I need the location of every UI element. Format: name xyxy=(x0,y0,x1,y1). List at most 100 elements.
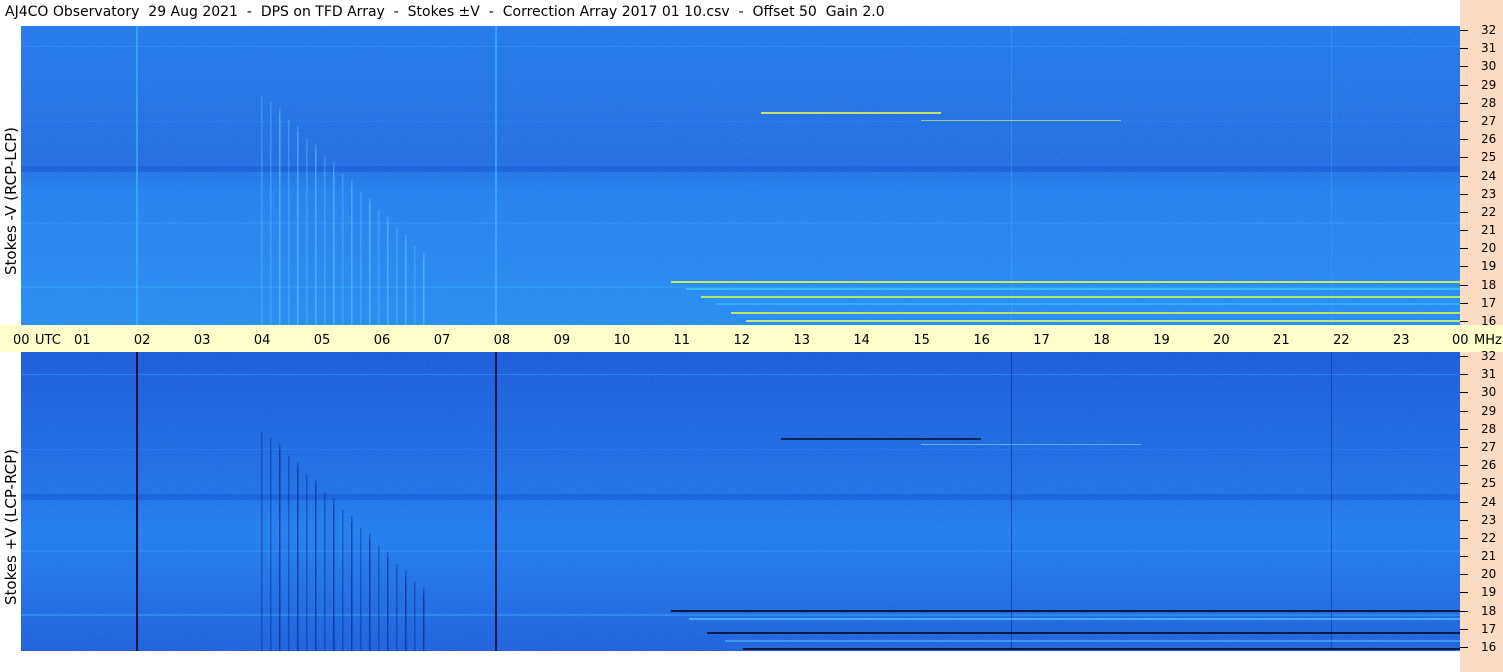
burst-streak xyxy=(423,258,425,325)
frequency-tick-label: 29 xyxy=(1481,403,1497,418)
burst-streak xyxy=(360,528,362,651)
burst-streak xyxy=(351,522,353,651)
burst-streak xyxy=(297,132,299,325)
frequency-tick-label: 23 xyxy=(1481,186,1497,201)
frequency-tick-label: 24 xyxy=(1481,168,1497,183)
time-tick: 20 xyxy=(1213,333,1230,348)
time-tick: 11 xyxy=(673,333,691,348)
burst-streak xyxy=(297,468,299,651)
frequency-tick-label: 17 xyxy=(1481,295,1497,310)
interference-band xyxy=(21,614,1460,616)
vertical-interference-line xyxy=(495,352,497,651)
frequency-tick-mark xyxy=(1460,30,1468,31)
burst-streak xyxy=(396,564,398,651)
frequency-tick-mark xyxy=(1460,248,1468,250)
time-tick: 05 xyxy=(313,333,331,348)
frequency-tick-mark xyxy=(1460,175,1468,177)
frequency-tick-label: 23 xyxy=(1481,512,1497,527)
emission-lane xyxy=(781,438,981,440)
frequency-tick-mark xyxy=(1460,302,1468,304)
frequency-tick-label: 22 xyxy=(1481,204,1497,219)
frequency-tick-label: 18 xyxy=(1481,277,1497,292)
frequency-tick-mark xyxy=(1460,501,1468,503)
frequency-tick-label: 32 xyxy=(1481,349,1497,363)
burst-streak xyxy=(315,150,317,325)
emission-lane xyxy=(761,112,941,114)
burst-streak xyxy=(261,432,263,651)
spectrogram-top xyxy=(21,26,1460,325)
frequency-tick-mark xyxy=(1460,465,1468,467)
emission-lane xyxy=(743,648,1460,650)
vertical-interference-line xyxy=(1331,26,1332,325)
time-tick: 17 xyxy=(1033,333,1050,348)
burst-streak xyxy=(342,174,344,325)
time-tick: 23 xyxy=(1393,333,1410,348)
frequency-tick-mark xyxy=(1460,537,1468,539)
burst-streak xyxy=(333,168,335,325)
burst-streak xyxy=(423,594,425,651)
burst-streak xyxy=(369,540,371,651)
emission-lane xyxy=(689,618,1460,620)
interference-band xyxy=(21,286,1460,288)
frequency-tick-mark xyxy=(1460,446,1468,448)
burst-streak xyxy=(378,210,380,325)
time-tick: 09 xyxy=(553,333,571,348)
time-tick: 12 xyxy=(733,333,751,348)
frequency-tick-mark xyxy=(1460,321,1468,322)
time-tick: 10 xyxy=(613,333,631,348)
time-tick: 13 xyxy=(793,333,810,348)
time-tick: 14 xyxy=(853,333,870,348)
spectrogram-bottom-svg xyxy=(21,352,1460,651)
burst-streak xyxy=(315,486,317,651)
frequency-tick-mark xyxy=(1460,574,1468,576)
interference-band xyxy=(21,46,1460,47)
frequency-tick-label: 19 xyxy=(1481,585,1497,600)
emission-lane xyxy=(731,312,1460,314)
time-axis: UTC 00 01 02 03 04 05 06 07 08 09 10 11 12 13 14 15 16 17… xyxy=(0,325,1503,352)
time-tick: 19 xyxy=(1153,333,1170,348)
vertical-interference-line xyxy=(136,352,138,651)
vertical-interference-line xyxy=(1331,352,1332,651)
frequency-tick-label: 16 xyxy=(1481,640,1497,654)
y-axis-label-top: Stokes -V (RCP-LCP) xyxy=(2,127,20,275)
burst-streak xyxy=(387,558,389,651)
frequency-tick-label: 22 xyxy=(1481,530,1497,545)
emission-lane xyxy=(707,632,1460,634)
emission-lane xyxy=(921,444,1141,445)
interference-band xyxy=(21,222,1460,224)
frequency-tick-label: 26 xyxy=(1481,458,1497,473)
frequency-tick-label: 31 xyxy=(1481,367,1497,382)
frequency-tick-label: 17 xyxy=(1481,621,1497,636)
frequency-tick-mark xyxy=(1460,374,1468,376)
vertical-interference-line xyxy=(1011,352,1012,651)
frequency-tick-mark xyxy=(1460,592,1468,594)
time-tick: 06 xyxy=(373,333,391,348)
emission-lane xyxy=(716,303,1460,305)
frequency-tick-mark xyxy=(1460,428,1468,430)
burst-streak xyxy=(324,492,326,651)
frequency-tick-mark xyxy=(1460,230,1468,232)
burst-streak xyxy=(369,204,371,325)
frequency-tick-mark xyxy=(1460,120,1468,122)
frequency-tick-mark xyxy=(1460,102,1468,104)
frequency-tick-label: 31 xyxy=(1481,41,1497,56)
frequency-tick-mark xyxy=(1460,410,1468,412)
frequency-tick-label: 20 xyxy=(1481,241,1497,256)
time-tick: 22 xyxy=(1333,333,1350,348)
interference-band xyxy=(21,449,1460,450)
time-tick: 02 xyxy=(133,333,151,348)
vertical-interference-line xyxy=(495,26,497,325)
frequency-tick-mark xyxy=(1460,610,1468,612)
frequency-tick-mark xyxy=(1460,284,1468,286)
vertical-interference-line xyxy=(136,26,138,325)
frequency-tick-label: 25 xyxy=(1481,476,1497,491)
burst-streak xyxy=(414,246,416,325)
time-tick: 03 xyxy=(193,333,211,348)
emission-lane xyxy=(701,296,1460,298)
time-tick: 18 xyxy=(1093,333,1110,348)
chart-title: AJ4CO Observatory 29 Aug 2021 - DPS on T… xyxy=(5,4,885,20)
frequency-tick-label: 19 xyxy=(1481,259,1497,274)
burst-streak xyxy=(306,474,308,651)
interference-band xyxy=(21,166,1460,172)
time-tick: 00 xyxy=(1452,333,1469,348)
